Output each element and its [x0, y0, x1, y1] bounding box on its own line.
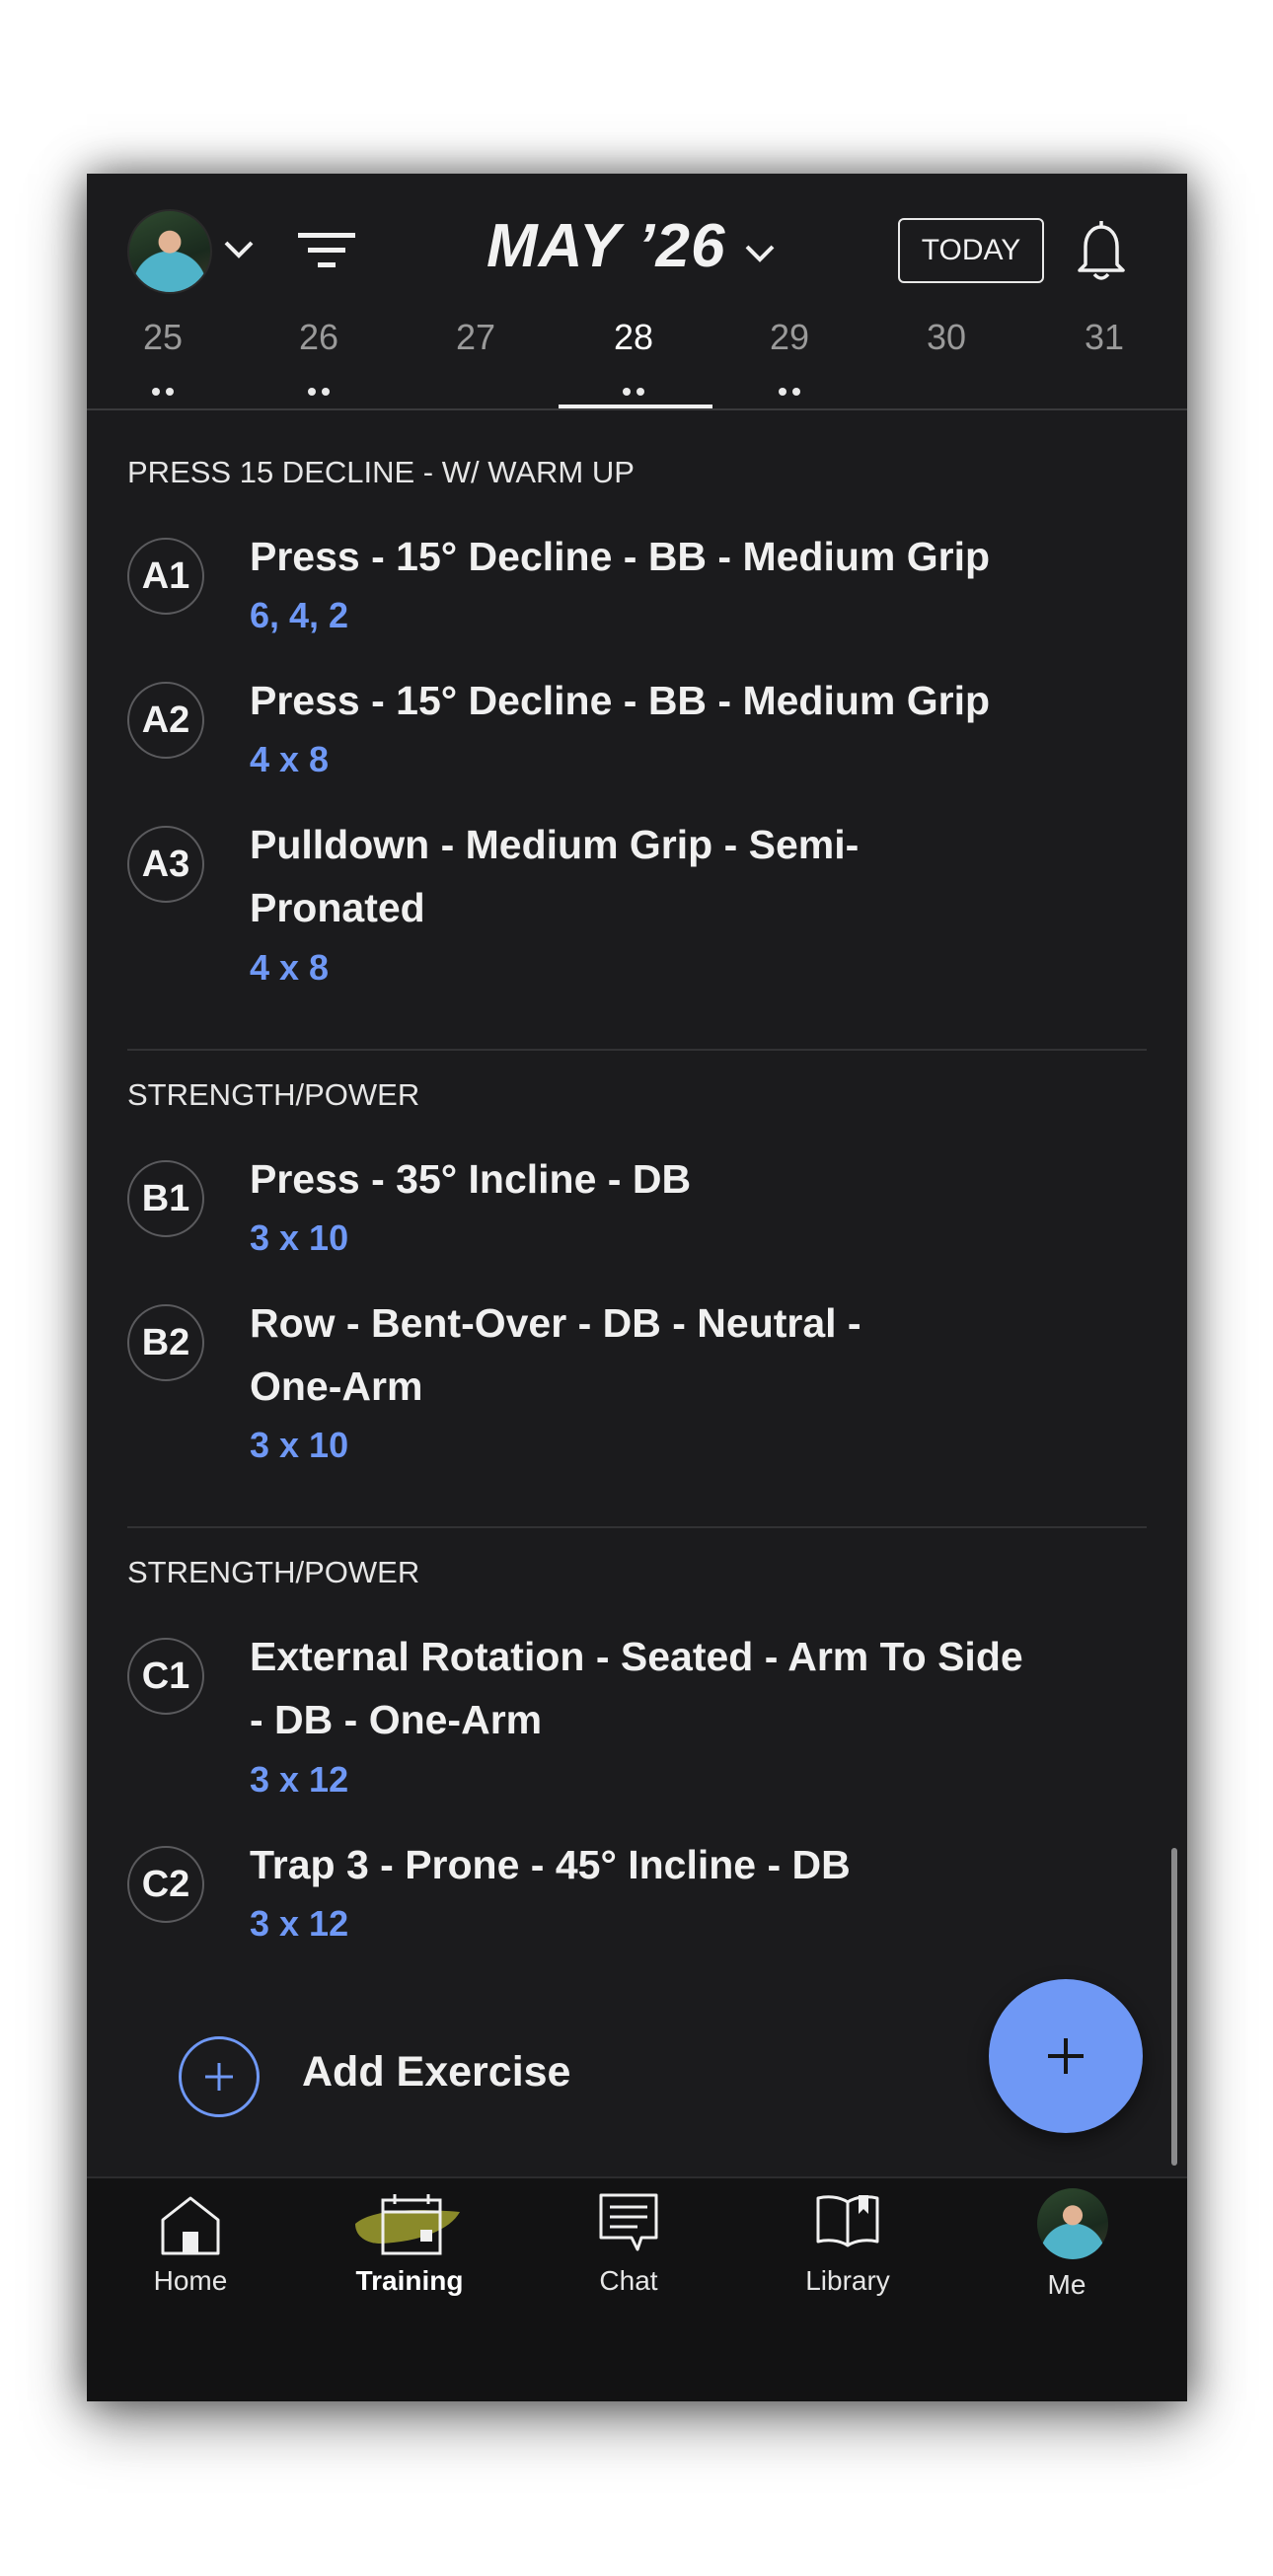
section-title: PRESS 15 DECLINE - W/ WARM UP: [127, 455, 635, 489]
month-chevron-down-icon[interactable]: [743, 239, 777, 266]
exercise-badge-c2: C2: [127, 1846, 204, 1923]
exercise-badge-a1: A1: [127, 538, 204, 615]
exercise-sets: 6, 4, 2: [250, 595, 349, 635]
nav-label: Home: [153, 2265, 228, 2296]
chat-icon: [599, 2193, 658, 2251]
exercise-sets: 4 x 8: [250, 739, 330, 779]
plus-icon: [1048, 2038, 1084, 2074]
bell-icon[interactable]: [1072, 217, 1131, 284]
day-28[interactable]: 28: [599, 317, 668, 358]
add-exercise-button[interactable]: Add Exercise: [302, 2048, 570, 2097]
today-button[interactable]: TODAY: [898, 218, 1044, 283]
add-exercise-icon[interactable]: [179, 2036, 260, 2117]
day-25[interactable]: 25: [128, 317, 197, 358]
day-28-dots: [599, 383, 668, 401]
app-screen: MAY ’26 TODAY 25 26 27 28 29 30 31 PRESS…: [87, 174, 1187, 2401]
exercise-badge-a2: A2: [127, 682, 204, 759]
exercise-sets: 4 x 8: [250, 947, 330, 988]
nav-label: Library: [805, 2265, 890, 2296]
exercise-name[interactable]: External Rotation - Seated - Arm To Side…: [250, 1625, 1039, 1751]
filter-icon[interactable]: [296, 229, 357, 272]
scrollbar[interactable]: [1171, 1848, 1177, 2166]
day-27[interactable]: 27: [441, 317, 510, 358]
avatar: [1037, 2188, 1108, 2259]
bottom-nav: Home Training Chat Library Me: [87, 2176, 1187, 2401]
header-divider: [87, 408, 1187, 410]
profile-avatar[interactable]: [127, 209, 212, 294]
nav-label: Chat: [599, 2265, 658, 2296]
day-31[interactable]: 31: [1070, 317, 1139, 358]
calendar-header: MAY ’26 TODAY 25 26 27 28 29 30 31: [87, 174, 1187, 410]
exercise-badge-a3: A3: [127, 826, 204, 903]
day-30[interactable]: 30: [912, 317, 981, 358]
nav-chat[interactable]: Chat: [535, 2178, 722, 2326]
day-26-dots: [284, 383, 353, 401]
exercise-name[interactable]: Trap 3 - Prone - 45° Incline - DB: [250, 1833, 1059, 1896]
add-fab-button[interactable]: [989, 1979, 1143, 2133]
day-25-dots: [128, 383, 197, 401]
exercise-name[interactable]: Press - 15° Decline - BB - Medium Grip: [250, 525, 1059, 588]
exercise-sets: 3 x 12: [250, 1903, 349, 1944]
exercise-sets: 3 x 12: [250, 1759, 349, 1800]
exercise-sets: 3 x 10: [250, 1425, 349, 1465]
exercise-name[interactable]: Row - Bent-Over - DB - Neutral - One-Arm: [250, 1291, 940, 1418]
section-title: STRENGTH/POWER: [127, 1077, 420, 1112]
nav-library[interactable]: Library: [754, 2178, 941, 2326]
exercise-name[interactable]: Press - 35° Incline - DB: [250, 1147, 1059, 1211]
nav-home[interactable]: Home: [97, 2178, 284, 2326]
exercise-badge-c1: C1: [127, 1638, 204, 1715]
day-26[interactable]: 26: [284, 317, 353, 358]
book-icon: [816, 2195, 879, 2247]
nav-label: Me: [1047, 2269, 1086, 2300]
exercise-badge-b2: B2: [127, 1304, 204, 1381]
section-divider: [127, 1526, 1147, 1528]
exercise-badge-b1: B1: [127, 1160, 204, 1237]
chevron-down-icon[interactable]: [222, 235, 256, 262]
nav-me[interactable]: Me: [973, 2178, 1161, 2326]
month-title[interactable]: MAY ’26: [487, 211, 725, 281]
exercise-sets: 3 x 10: [250, 1217, 349, 1258]
day-29[interactable]: 29: [755, 317, 824, 358]
plus-icon: [205, 2063, 233, 2091]
nav-label: Training: [355, 2265, 464, 2296]
exercise-name[interactable]: Pulldown - Medium Grip - Semi-Pronated: [250, 813, 940, 939]
nav-training[interactable]: Training: [316, 2178, 503, 2326]
exercise-name[interactable]: Press - 15° Decline - BB - Medium Grip: [250, 669, 1059, 732]
day-29-dots: [755, 383, 824, 401]
home-icon: [161, 2196, 220, 2255]
section-title: STRENGTH/POWER: [127, 1555, 420, 1589]
calendar-icon: [355, 2194, 460, 2255]
section-divider: [127, 1049, 1147, 1051]
